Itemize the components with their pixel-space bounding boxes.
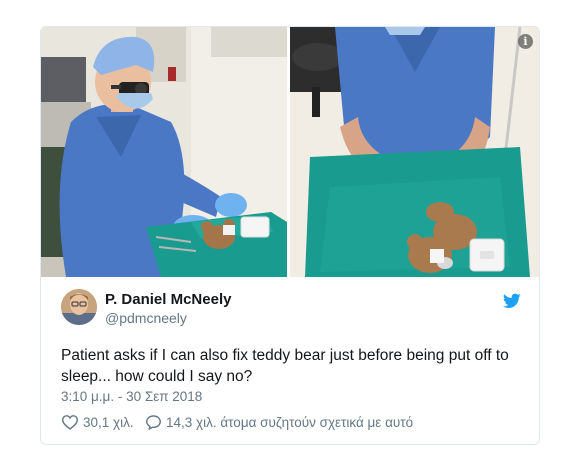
info-icon[interactable]: i <box>518 34 533 49</box>
tweet-header: P. Daniel McNeely @pdmcneely <box>61 289 521 329</box>
tweet-timestamp[interactable]: 3:10 μ.μ. - 30 Σεπ 2018 <box>61 389 202 404</box>
tweet-media[interactable]: i <box>41 27 539 277</box>
heart-icon <box>61 414 79 430</box>
tweet-card[interactable]: i P. Daniel McNeely @pdmcneely Patient a… <box>40 26 540 445</box>
tweet-text: Patient asks if I can also fix teddy bea… <box>61 347 509 385</box>
reply-button[interactable]: 14,3 χιλ. άτομα συζητούν σχετικά με αυτό <box>145 414 413 430</box>
speech-bubble-icon <box>145 414 162 430</box>
avatar[interactable] <box>61 289 97 325</box>
reply-count: 14,3 χιλ. άτομα συζητούν σχετικά με αυτό <box>166 414 414 430</box>
teddy-bear-photo[interactable]: i <box>290 27 539 277</box>
like-button[interactable]: 30,1 χιλ. <box>61 414 134 430</box>
twitter-bird-icon[interactable] <box>502 293 521 309</box>
author-name[interactable]: P. Daniel McNeely <box>105 291 231 308</box>
like-count: 30,1 χιλ. <box>83 414 134 430</box>
surgeon-photo[interactable] <box>41 27 287 277</box>
author-handle[interactable]: @pdmcneely <box>105 310 187 326</box>
